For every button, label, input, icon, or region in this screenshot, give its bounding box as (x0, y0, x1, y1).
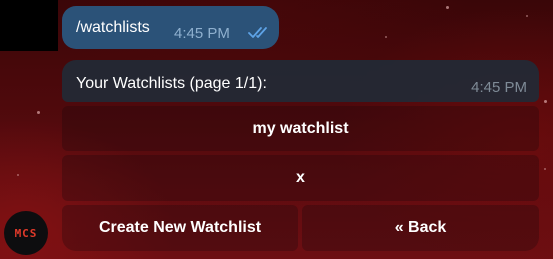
back-button[interactable]: « Back (302, 205, 539, 251)
message-text: /watchlists (76, 19, 150, 36)
bot-avatar-text: MCS (14, 226, 38, 240)
create-watchlist-button[interactable]: Create New Watchlist (62, 205, 298, 251)
bot-avatar[interactable]: MCS (4, 211, 48, 255)
incoming-message[interactable]: Your Watchlists (page 1/1): 4:45 PM (62, 60, 539, 102)
outgoing-message[interactable]: /watchlists 4:45 PM (62, 6, 279, 49)
background-speck (526, 15, 528, 17)
message-text: Your Watchlists (page 1/1): (76, 75, 267, 92)
background-speck (385, 36, 387, 38)
double-check-icon (248, 25, 272, 39)
x-button-label: x (296, 169, 305, 186)
watchlist-button[interactable]: my watchlist (62, 106, 539, 151)
background-speck (17, 174, 19, 176)
background-speck (37, 111, 40, 114)
message-time: 4:45 PM (471, 79, 527, 96)
watchlist-button-label: my watchlist (252, 119, 349, 137)
background-speck (544, 168, 546, 170)
message-time: 4:45 PM (174, 25, 230, 42)
x-button[interactable]: x (62, 155, 539, 201)
background-speck (544, 100, 547, 103)
create-watchlist-label: Create New Watchlist (98, 219, 262, 236)
back-button-label: « Back (394, 219, 447, 236)
background-speck (446, 6, 449, 9)
sender-avatar (0, 0, 58, 51)
